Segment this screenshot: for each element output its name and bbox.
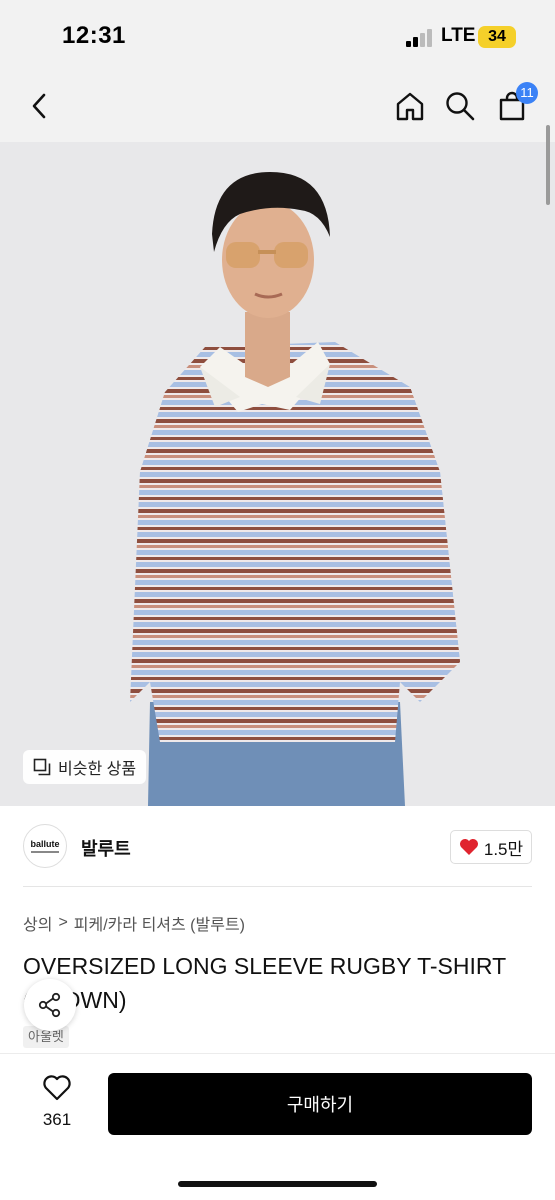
home-indicator (178, 1181, 377, 1187)
seller-name[interactable]: 발루트 (81, 835, 131, 861)
share-icon (38, 992, 61, 1018)
divider (23, 886, 532, 887)
logo-underline (31, 851, 59, 853)
model-photo (130, 172, 460, 806)
network-label: LTE (441, 25, 476, 46)
copy-icon (33, 758, 51, 776)
like-button[interactable]: 1.5만 (450, 830, 532, 864)
search-button[interactable] (438, 84, 482, 128)
home-icon (396, 92, 424, 121)
wishlist-button[interactable]: 361 (30, 1074, 84, 1130)
battery-indicator: 34 (478, 26, 516, 48)
breadcrumb-separator: > (58, 914, 68, 931)
nav-bar: 11 (0, 72, 555, 142)
scroll-indicator[interactable] (546, 125, 550, 205)
cart-button[interactable]: 11 (490, 82, 538, 128)
seller-row[interactable]: ballute 발루트 1.5만 (0, 806, 555, 888)
seller-logo-text: ballute (30, 839, 60, 849)
product-title: OVERSIZED LONG SLEEVE RUGBY T-SHIRT (BRO… (23, 953, 506, 1013)
buy-button[interactable]: 구매하기 (108, 1073, 532, 1135)
seller-logo[interactable]: ballute (23, 824, 67, 868)
chevron-left-icon (32, 93, 46, 119)
heart-outline-icon (43, 1075, 71, 1101)
status-time: 12:31 (62, 22, 126, 49)
search-icon (446, 92, 475, 121)
signal-icon (406, 29, 436, 47)
breadcrumb-category[interactable]: 상의 (23, 911, 52, 935)
back-button[interactable] (18, 84, 62, 128)
heart-filled-icon (459, 839, 478, 855)
product-image[interactable] (0, 142, 555, 806)
breadcrumb: 상의 > 피케/카라 티셔츠 (발루트) (23, 911, 245, 935)
similar-products-label: 비슷한 상품 (58, 761, 137, 778)
bottom-action-bar: 361 구매하기 (0, 1053, 555, 1200)
cart-badge: 11 (516, 82, 538, 104)
like-count: 1.5만 (483, 839, 524, 859)
home-button[interactable] (388, 84, 432, 128)
share-button[interactable] (24, 979, 76, 1031)
breadcrumb-subcategory[interactable]: 피케/카라 티셔츠 (발루트) (74, 911, 245, 935)
similar-products-button[interactable]: 비슷한 상품 (23, 750, 147, 784)
status-bar: 12:31 LTE 34 (0, 0, 555, 72)
wishlist-count: 361 (42, 1110, 72, 1129)
